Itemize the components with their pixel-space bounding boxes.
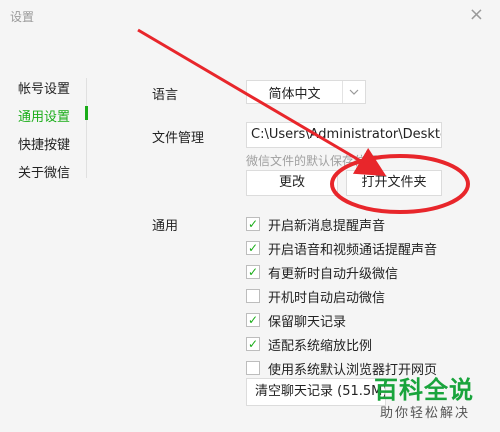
annotation-circle (330, 154, 470, 214)
annotation-arrow (137, 28, 387, 177)
annotation-overlay (137, 28, 470, 214)
settings-window: 设置 × 帐号设置 通用设置 快捷按键 关于微信 语言 简体中文 文件管理 C:… (0, 0, 500, 432)
